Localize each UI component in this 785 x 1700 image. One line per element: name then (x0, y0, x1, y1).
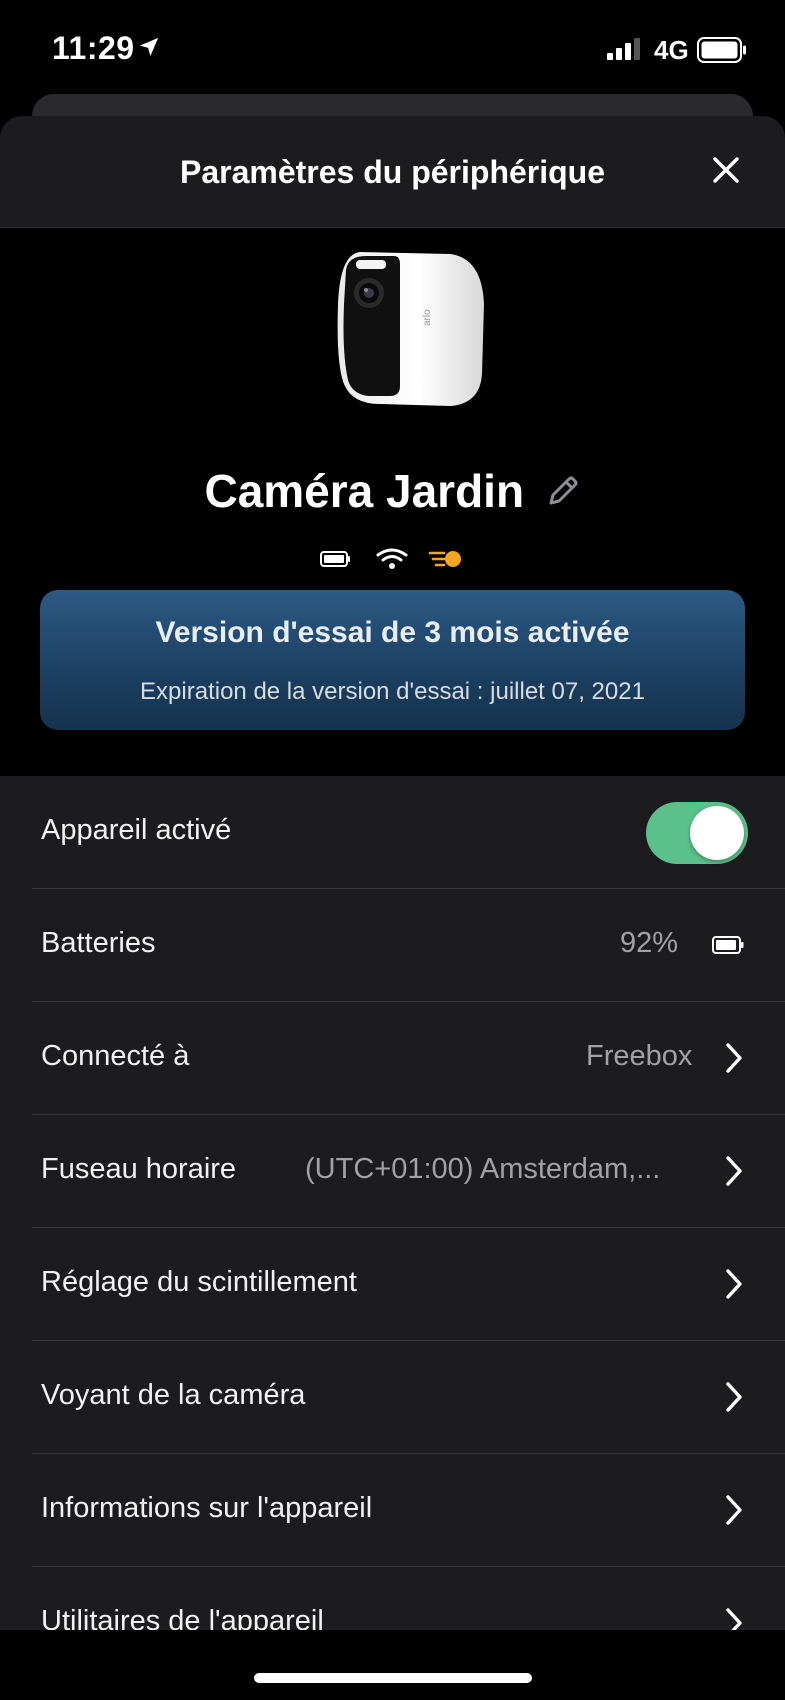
setting-row-batteries[interactable]: Batteries 92% (0, 889, 785, 1002)
chevron-right-icon (726, 1043, 742, 1073)
chevron-right-icon (726, 1269, 742, 1299)
close-icon[interactable] (710, 154, 742, 186)
home-indicator[interactable] (254, 1673, 532, 1683)
chevron-right-icon (726, 1495, 742, 1525)
sheet-header: Paramètres du périphérique (0, 116, 785, 228)
toggle-knob (690, 806, 744, 860)
setting-value: Freebox (586, 1040, 693, 1072)
page-title: Paramètres du périphérique (179, 154, 606, 190)
setting-row-connected-to[interactable]: Connecté à Freebox (0, 1002, 785, 1115)
setting-label: Batteries (41, 927, 156, 959)
wifi-icon (376, 548, 408, 569)
device-name: Caméra Jardin (204, 465, 525, 517)
setting-row-flicker[interactable]: Réglage du scintillement (0, 1228, 785, 1341)
battery-percentage: 92% (620, 927, 679, 959)
chevron-right-icon (726, 1156, 742, 1186)
setting-label: Voyant de la caméra (41, 1379, 306, 1411)
device-name-row: Caméra Jardin (0, 464, 785, 518)
setting-row-timezone[interactable]: Fuseau horaire (UTC+01:00) Amsterdam,... (0, 1115, 785, 1228)
trial-banner[interactable]: Version d'essai de 3 mois activée Expira… (40, 590, 745, 730)
setting-label: Connecté à (41, 1040, 190, 1072)
svg-text:arlo: arlo (422, 309, 433, 326)
battery-icon (697, 37, 746, 63)
light-status-icon (428, 551, 461, 567)
device-enabled-toggle[interactable] (646, 802, 748, 864)
setting-label: Réglage du scintillement (41, 1266, 357, 1298)
setting-label: Appareil activé (41, 814, 232, 846)
trial-title: Version d'essai de 3 mois activée (155, 616, 630, 649)
setting-row-device-enabled: Appareil activé (0, 776, 785, 889)
settings-list: Appareil activé Batteries 92% Connecté à… (0, 776, 785, 1700)
network-type: 4G (654, 35, 689, 65)
battery-status-icon (320, 551, 350, 567)
edit-pencil-icon[interactable] (545, 473, 581, 509)
location-arrow-icon (139, 37, 159, 57)
signal-icon (607, 38, 640, 60)
home-bar-area (0, 1630, 785, 1700)
status-time: 11:29 (52, 30, 135, 66)
chevron-right-icon (726, 1382, 742, 1412)
status-bar: 11:29 4G (0, 0, 785, 100)
setting-label: Informations sur l'appareil (41, 1492, 373, 1524)
setting-row-device-info[interactable]: Informations sur l'appareil (0, 1454, 785, 1567)
camera-image: arlo (337, 252, 484, 406)
setting-label: Fuseau horaire (41, 1153, 237, 1185)
device-settings-sheet: Paramètres du périphérique arlo Caméra J… (0, 116, 785, 1700)
trial-expiration: Expiration de la version d'essai : juill… (140, 678, 645, 705)
setting-value: (UTC+01:00) Amsterdam,... (305, 1153, 661, 1185)
setting-row-camera-light[interactable]: Voyant de la caméra (0, 1341, 785, 1454)
device-status-icons (320, 548, 461, 569)
small-battery-icon (712, 936, 744, 954)
